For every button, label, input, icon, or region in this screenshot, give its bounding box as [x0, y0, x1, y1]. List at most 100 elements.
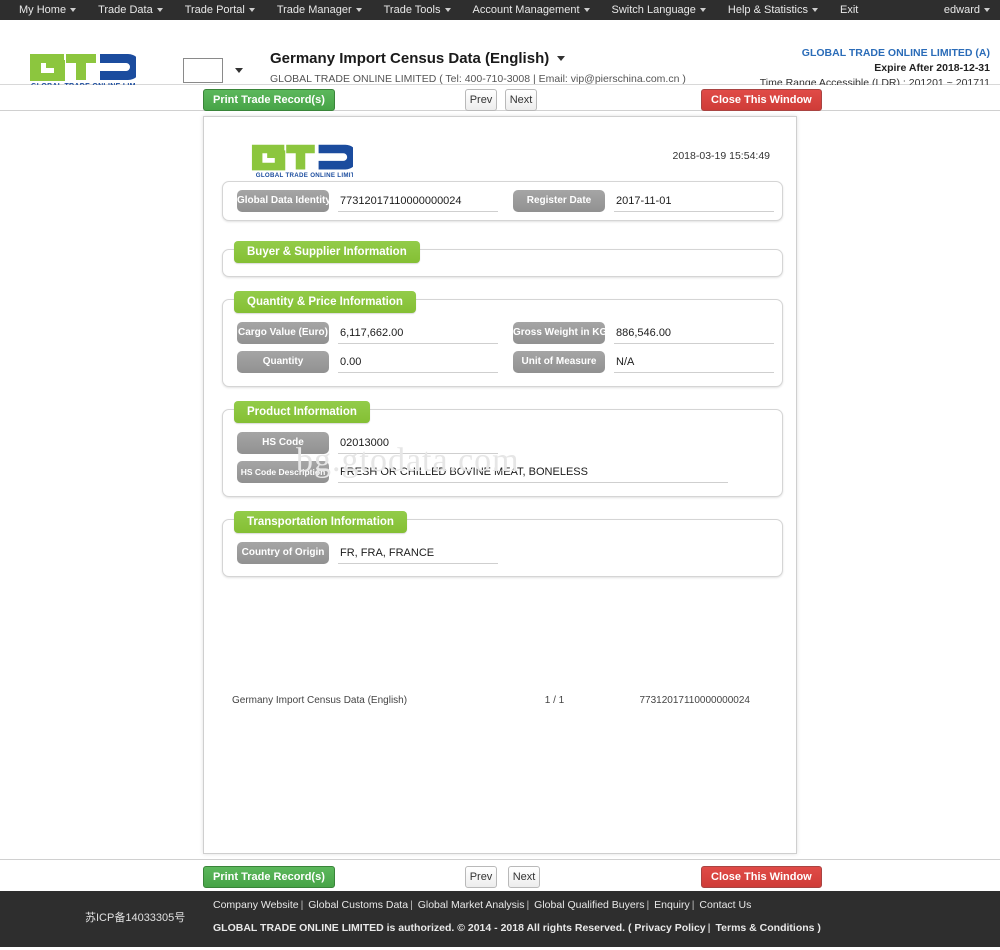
- separator: |: [707, 922, 711, 934]
- chevron-down-icon: [444, 8, 451, 13]
- document-sheet: GLOBAL TRADE ONLINE LIMITED 2018-03-19 1…: [203, 116, 797, 854]
- field-value: FRESH OR CHILLED BOVINE MEAT, BONELESS: [338, 463, 728, 483]
- footer-link-privacy-policy[interactable]: Privacy Policy: [634, 922, 705, 934]
- footer-link-global-customs-data[interactable]: Global Customs Data: [308, 899, 408, 911]
- chevron-down-icon: [156, 8, 163, 13]
- footer-copyright: GLOBAL TRADE ONLINE LIMITED is authorize…: [213, 922, 821, 934]
- field-value: 2017-11-01: [614, 192, 774, 212]
- chevron-down-icon: [355, 8, 362, 13]
- svg-text:GLOBAL TRADE ONLINE LIMITED: GLOBAL TRADE ONLINE LIMITED: [256, 172, 353, 179]
- section-header-product: Product Information: [234, 401, 370, 423]
- user-name: edward: [943, 4, 980, 16]
- document-footer-title: Germany Import Census Data (English): [232, 695, 408, 706]
- germany-flag-icon: [183, 58, 223, 83]
- language-flag-selector[interactable]: [183, 58, 243, 83]
- document-page-number: 1 / 1: [544, 695, 565, 706]
- next-button[interactable]: Next: [505, 89, 537, 111]
- nav-label: Switch Language: [611, 4, 696, 16]
- page-footer: 苏ICP备14033305号 Company Website | Global C…: [0, 891, 1000, 947]
- paren-open: (: [628, 922, 632, 934]
- field-quantity: Quantity 0.00: [237, 351, 498, 373]
- footer-link-contact-us[interactable]: Contact Us: [699, 899, 751, 911]
- section-header-transportation: Transportation Information: [234, 511, 407, 533]
- separator: |: [300, 899, 304, 911]
- brand-logo[interactable]: GLOBAL TRADE ONLINE LIMITED: [26, 48, 136, 90]
- chevron-down-icon: [812, 8, 819, 13]
- top-navigation-bar: My Home Trade Data Trade Portal Trade Ma…: [0, 0, 1000, 20]
- nav-label: Trade Portal: [184, 4, 245, 16]
- page-header: GLOBAL TRADE ONLINE LIMITED Germany Impo…: [0, 20, 1000, 90]
- nav-item-trade-tools[interactable]: Trade Tools: [373, 0, 462, 20]
- nav-item-account-management[interactable]: Account Management: [462, 0, 601, 20]
- gto-logo-icon: GLOBAL TRADE ONLINE LIMITED: [251, 144, 364, 179]
- field-unit-of-measure: Unit of Measure N/A: [513, 351, 774, 373]
- page-title-text: Germany Import Census Data (English): [270, 50, 550, 67]
- chevron-down-icon[interactable]: [557, 56, 566, 61]
- print-trade-records-button-bottom[interactable]: Print Trade Record(s): [203, 866, 335, 888]
- nav-label: Trade Data: [98, 4, 153, 16]
- nav-item-trade-portal[interactable]: Trade Portal: [174, 0, 266, 20]
- field-gross-weight: Gross Weight in KG 886,546.00: [513, 322, 774, 344]
- chevron-down-icon: [70, 8, 77, 13]
- nav-item-trade-manager[interactable]: Trade Manager: [266, 0, 373, 20]
- field-hs-code: HS Code 02013000: [237, 432, 498, 454]
- nav-label: Exit: [840, 4, 859, 16]
- field-label: Global Data Identity: [237, 190, 329, 212]
- nav-label: Account Management: [472, 4, 580, 16]
- field-value: N/A: [614, 353, 774, 373]
- field-hs-code-description: HS Code Description FRESH OR CHILLED BOV…: [237, 461, 728, 483]
- nav-item-switch-language[interactable]: Switch Language: [601, 0, 717, 20]
- account-company: GLOBAL TRADE ONLINE LIMITED (A): [801, 47, 990, 59]
- nav-label: Help & Statistics: [727, 4, 809, 16]
- account-expire: Expire After 2018-12-31: [874, 62, 990, 74]
- title-block: Germany Import Census Data (English) GLO…: [270, 50, 686, 85]
- document-timestamp: 2018-03-19 15:54:49: [672, 150, 771, 162]
- user-menu[interactable]: edward: [944, 4, 990, 16]
- chevron-down-icon: [248, 8, 255, 13]
- copyright-text: GLOBAL TRADE ONLINE LIMITED is authorize…: [213, 922, 626, 934]
- chevron-down-icon: [583, 8, 590, 13]
- prev-button[interactable]: Prev: [465, 89, 497, 111]
- footer-link-company-website[interactable]: Company Website: [213, 899, 299, 911]
- field-label: Unit of Measure: [513, 351, 605, 373]
- page-title: Germany Import Census Data (English): [270, 50, 686, 67]
- footer-link-global-qualified-buyers[interactable]: Global Qualified Buyers: [534, 899, 644, 911]
- separator: |: [526, 899, 530, 911]
- field-label: Quantity: [237, 351, 329, 373]
- print-trade-records-button[interactable]: Print Trade Record(s): [203, 89, 335, 111]
- field-value: FR, FRA, FRANCE: [338, 544, 498, 564]
- close-window-button-bottom[interactable]: Close This Window: [701, 866, 822, 888]
- footer-link-enquiry[interactable]: Enquiry: [654, 899, 690, 911]
- chevron-down-icon: [699, 8, 706, 13]
- nav-item-help-statistics[interactable]: Help & Statistics: [717, 0, 829, 20]
- field-value: 6,117,662.00: [338, 324, 498, 344]
- chevron-down-icon: [235, 68, 243, 73]
- field-label: HS Code: [237, 432, 329, 454]
- next-button-bottom[interactable]: Next: [508, 866, 540, 888]
- field-value: 77312017110000000024: [338, 192, 498, 212]
- footer-link-global-market-analysis[interactable]: Global Market Analysis: [418, 899, 525, 911]
- chevron-down-icon: [984, 8, 990, 13]
- field-cargo-value: Cargo Value (Euro) 6,117,662.00: [237, 322, 498, 344]
- nav-item-exit[interactable]: Exit: [829, 0, 869, 20]
- gto-logo-icon: GLOBAL TRADE ONLINE LIMITED: [30, 54, 136, 90]
- icp-license: 苏ICP备14033305号: [85, 912, 186, 924]
- document-footer-identity: 77312017110000000024: [639, 695, 751, 706]
- footer-link-terms-conditions[interactable]: Terms & Conditions: [716, 922, 815, 934]
- field-country-of-origin: Country of Origin FR, FRA, FRANCE: [237, 542, 498, 564]
- nav-item-my-home[interactable]: My Home: [8, 0, 87, 20]
- separator: |: [646, 899, 650, 911]
- bottom-toolbar: Print Trade Record(s) Prev Next Close Th…: [0, 859, 1000, 891]
- section-header-buyer-supplier: Buyer & Supplier Information: [234, 241, 420, 263]
- close-window-button[interactable]: Close This Window: [701, 89, 822, 111]
- identity-panel: Global Data Identity 7731201711000000002…: [222, 181, 783, 221]
- field-value: 0.00: [338, 353, 498, 373]
- field-label: HS Code Description: [237, 461, 329, 483]
- page-subtitle: GLOBAL TRADE ONLINE LIMITED ( Tel: 400-7…: [270, 73, 686, 85]
- footer-links: Company Website | Global Customs Data | Gl…: [213, 899, 751, 911]
- field-value: 886,546.00: [614, 324, 774, 344]
- prev-button-bottom[interactable]: Prev: [465, 866, 497, 888]
- paren-close: ): [817, 922, 821, 934]
- field-value: 02013000: [338, 434, 498, 454]
- nav-item-trade-data[interactable]: Trade Data: [87, 0, 174, 20]
